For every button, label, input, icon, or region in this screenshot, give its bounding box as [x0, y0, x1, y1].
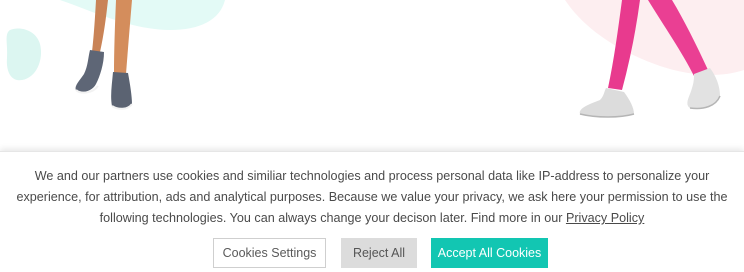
- left-shoe-front: [111, 72, 132, 109]
- mint-blob-shape: [40, 0, 225, 30]
- left-shoe-back: [75, 50, 104, 92]
- right-shoe-back: [579, 88, 634, 117]
- cookies-settings-button[interactable]: Cookies Settings: [213, 238, 326, 268]
- reject-all-button[interactable]: Reject All: [341, 238, 417, 268]
- pink-blob-shape: [565, 0, 744, 75]
- page: We and our partners use cookies and simi…: [0, 0, 744, 272]
- left-leg-front: [114, 0, 132, 74]
- consent-message: We and our partners use cookies and simi…: [16, 166, 728, 229]
- mint-blob-small-shape: [6, 28, 42, 81]
- privacy-policy-link[interactable]: Privacy Policy: [566, 211, 644, 225]
- cookie-consent-banner: We and our partners use cookies and simi…: [0, 151, 744, 272]
- consent-buttons: Cookies Settings Reject All Accept All C…: [0, 238, 744, 268]
- accept-all-cookies-button[interactable]: Accept All Cookies: [431, 238, 548, 268]
- walking-legs-illustration: [6, 0, 744, 118]
